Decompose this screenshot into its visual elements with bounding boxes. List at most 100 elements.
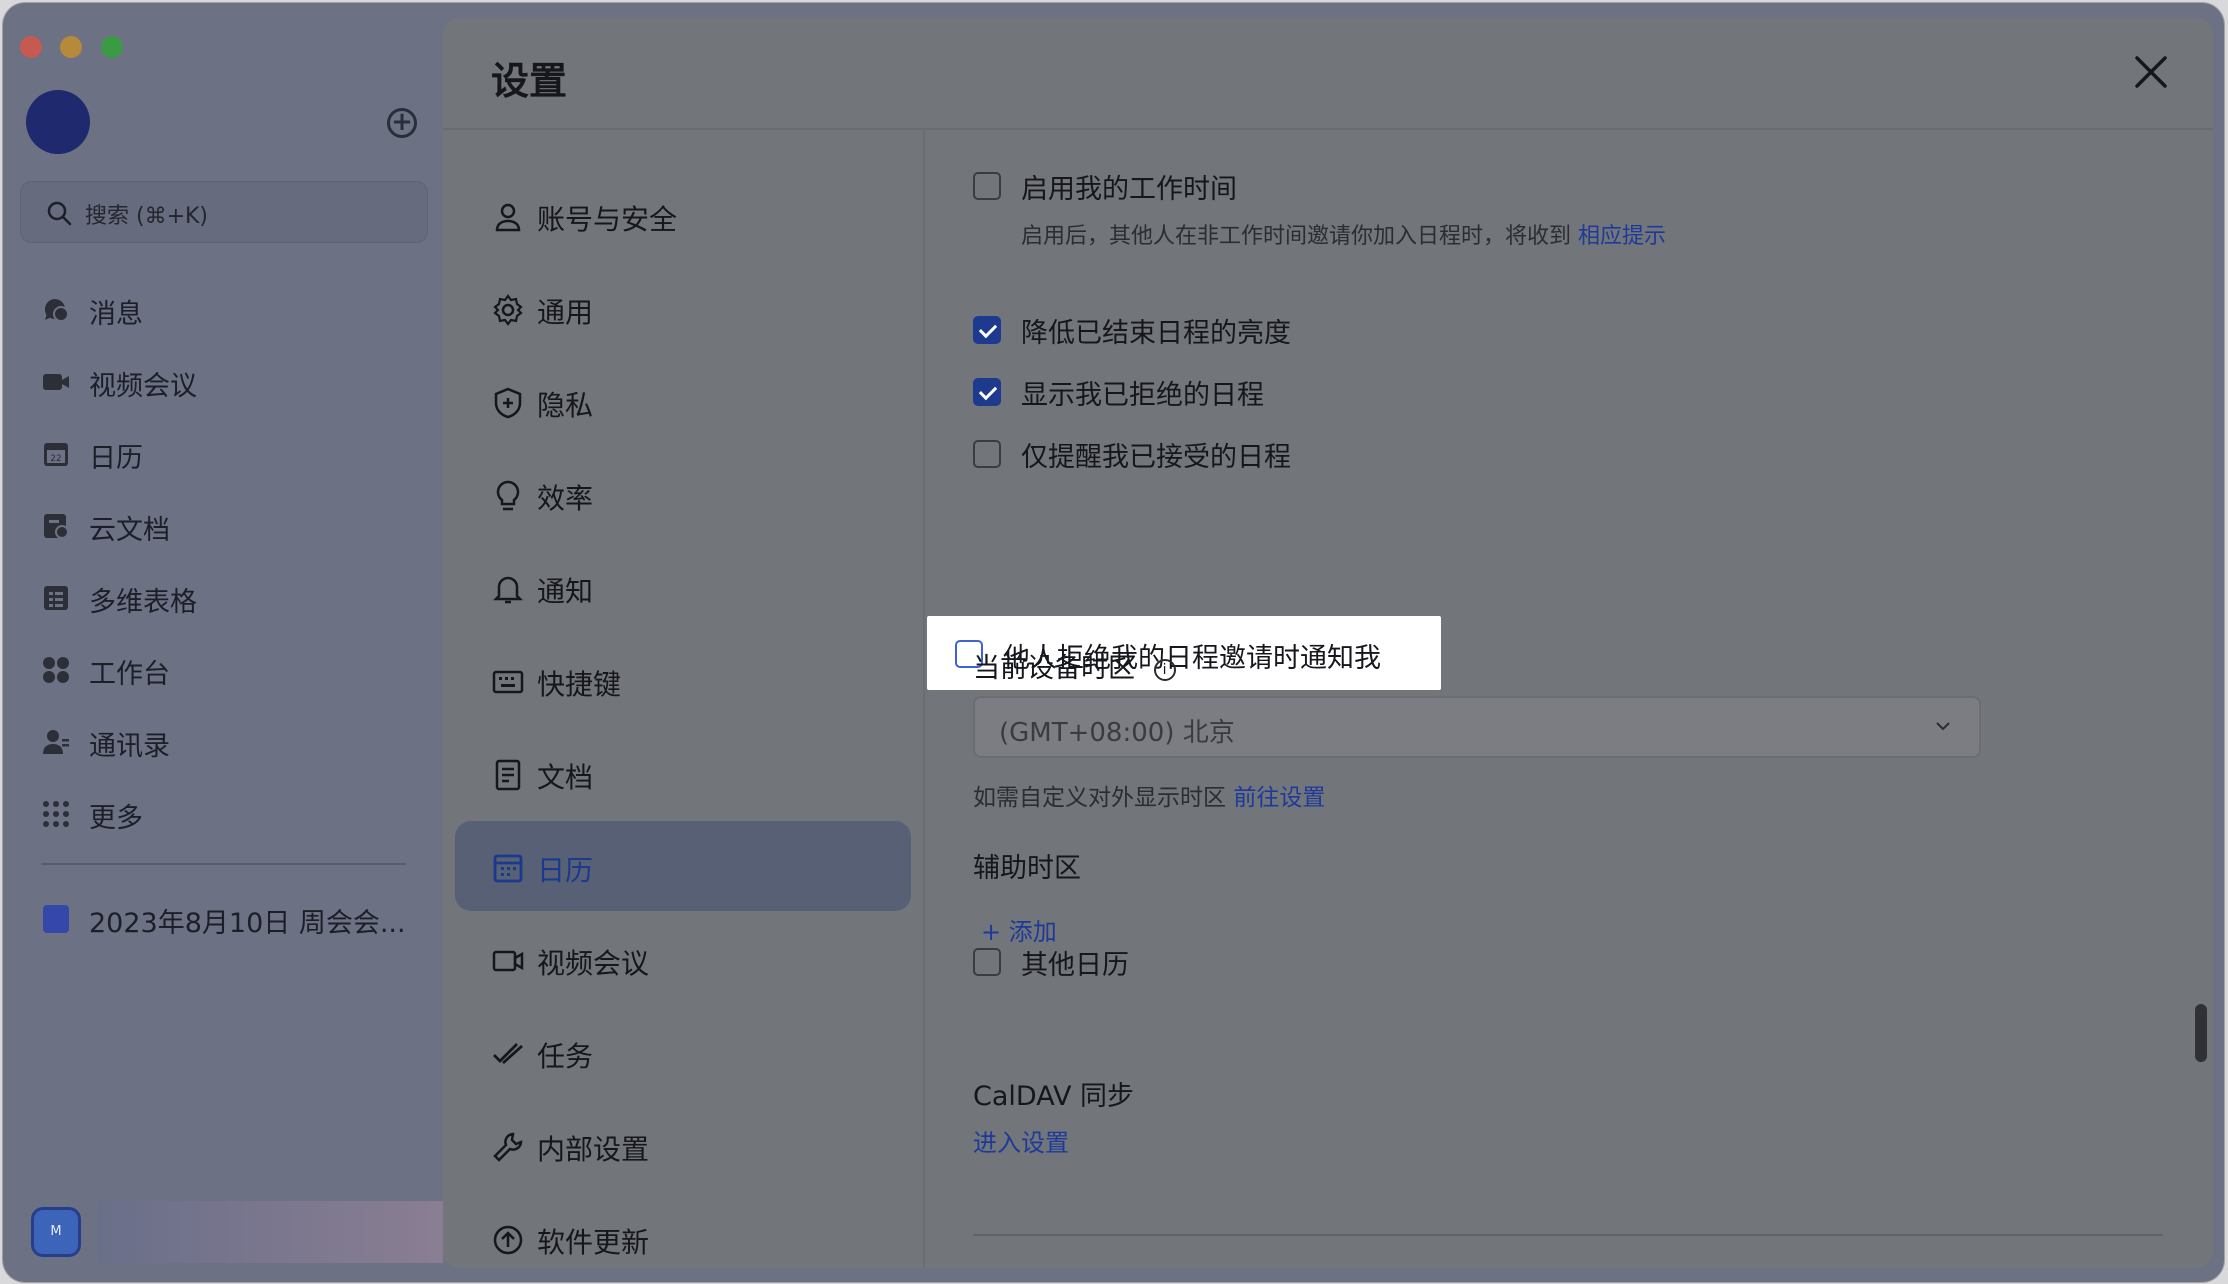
plus-icon: + xyxy=(981,918,1009,946)
profile-avatar[interactable] xyxy=(26,90,90,154)
update-icon xyxy=(493,1225,523,1255)
settings-nav-notification[interactable]: 通知 xyxy=(455,542,911,632)
plus-circle-icon[interactable]: + xyxy=(387,108,417,138)
timezone-section: 当前设备时区 i xyxy=(973,646,1176,685)
wrench-icon xyxy=(493,1132,523,1162)
settings-nav-label: 快捷键 xyxy=(537,668,622,701)
video-camera-icon xyxy=(492,950,524,972)
working-hours-checkbox[interactable] xyxy=(973,172,1001,200)
app-nav-label: 消息 xyxy=(89,299,143,330)
caldav-label: CalDAV 同步 xyxy=(973,1081,1135,1112)
dialog-title: 设置 xyxy=(491,59,568,103)
timezone-value: (GMT+08:00) 北京 xyxy=(999,718,1235,748)
app-nav-base[interactable]: 多维表格 xyxy=(3,561,443,633)
settings-nav-update[interactable]: 软件更新 xyxy=(455,1193,911,1268)
settings-nav-efficiency[interactable]: 效率 xyxy=(455,449,911,539)
settings-nav-label: 效率 xyxy=(537,482,594,515)
search-input[interactable]: 搜索 (⌘+K) xyxy=(20,181,428,243)
table-icon xyxy=(44,586,68,610)
bell-icon xyxy=(492,576,524,604)
person-icon xyxy=(495,203,521,232)
settings-nav-internal[interactable]: 内部设置 xyxy=(455,1100,911,1190)
app-nav: 消息 视频会议 22 日历 云文档 多维表格 工作台 通讯录 更多 xyxy=(3,273,443,849)
show-declined-checkbox[interactable] xyxy=(973,378,1001,406)
search-placeholder: 搜索 (⌘+K) xyxy=(85,204,209,229)
settings-nav-label: 通用 xyxy=(537,296,594,329)
doc-icon xyxy=(43,905,69,933)
app-sidebar: + 搜索 (⌘+K) 消息 视频会议 22 日历 云文档 多维表格 工作台 通讯… xyxy=(3,3,443,1282)
caldav-settings-link[interactable]: 进入设置 xyxy=(973,1123,1069,1158)
timezone-select[interactable]: (GMT+08:00) 北京 xyxy=(973,696,1981,758)
settings-nav-label: 软件更新 xyxy=(537,1226,650,1259)
settings-nav-video[interactable]: 视频会议 xyxy=(455,914,911,1004)
task-check-icon xyxy=(493,1043,523,1065)
settings-nav-label: 视频会议 xyxy=(537,947,650,980)
dialog-header: 设置 xyxy=(443,18,2213,130)
app-nav-more[interactable]: 更多 xyxy=(3,777,443,849)
chat-bubble-icon xyxy=(44,299,69,322)
app-nav-label: 视频会议 xyxy=(89,371,197,402)
app-nav-label: 云文档 xyxy=(89,515,170,546)
timezone-hint-text: 如需自定义对外显示时区 xyxy=(973,785,1226,811)
settings-nav-docs[interactable]: 文档 xyxy=(455,728,911,818)
remind-accepted-checkbox[interactable] xyxy=(973,440,1001,468)
secondary-timezone-label: 辅助时区 xyxy=(973,853,1081,884)
app-nav-docs[interactable]: 云文档 xyxy=(3,489,443,561)
settings-nav-label: 通知 xyxy=(537,575,594,608)
video-camera-icon xyxy=(43,374,69,390)
settings-nav-calendar[interactable]: 日历 xyxy=(455,821,911,911)
app-nav-video[interactable]: 视频会议 xyxy=(3,345,443,417)
app-nav-calendar[interactable]: 22 日历 xyxy=(3,417,443,489)
shield-icon xyxy=(494,387,522,419)
app-nav-label: 多维表格 xyxy=(89,587,197,618)
gear-icon xyxy=(493,294,523,326)
chevron-down-icon xyxy=(1936,722,1950,731)
settings-dialog: 设置 账号与安全 通用 隐私 效率 通知 快捷键 文档 日历 视频会议 任务 内… xyxy=(443,18,2213,1268)
settings-nav-privacy[interactable]: 隐私 xyxy=(455,356,911,446)
app-nav-contacts[interactable]: 通讯录 xyxy=(3,705,443,777)
app-nav-workplace[interactable]: 工作台 xyxy=(3,633,443,705)
info-icon[interactable]: i xyxy=(1153,658,1176,681)
timezone-settings-link[interactable]: 前往设置 xyxy=(1233,785,1325,811)
svg-text:22: 22 xyxy=(50,454,61,464)
user-avatar-letter: M xyxy=(50,1224,62,1239)
settings-nav-label: 内部设置 xyxy=(537,1133,650,1166)
pinned-doc-item[interactable]: 2023年8月10日 周会会... xyxy=(3,883,443,953)
working-hours-hint-text: 启用后，其他人在非工作时间邀请你加入日程时，将收到 xyxy=(1021,224,1572,249)
other-calendars-checkbox[interactable] xyxy=(973,948,1001,976)
app-nav-label: 通讯录 xyxy=(89,731,170,762)
sidebar-divider xyxy=(41,863,406,865)
add-secondary-timezone-button[interactable]: + 添加 xyxy=(981,912,1057,947)
show-declined-label: 显示我已拒绝的日程 xyxy=(1021,380,1264,411)
other-calendars-label: 其他日历 xyxy=(1021,950,1129,981)
section-divider xyxy=(973,1234,2163,1236)
settings-nav-general[interactable]: 通用 xyxy=(455,263,911,353)
search-icon xyxy=(47,201,72,226)
settings-nav-shortcuts[interactable]: 快捷键 xyxy=(455,635,911,725)
scrollbar-thumb[interactable] xyxy=(2195,1004,2207,1062)
settings-nav-label: 文档 xyxy=(537,761,594,794)
dim-past-events-label: 降低已结束日程的亮度 xyxy=(1021,318,1291,349)
settings-nav-account[interactable]: 账号与安全 xyxy=(455,170,911,260)
app-nav-messages[interactable]: 消息 xyxy=(3,273,443,345)
timezone-hint: 如需自定义对外显示时区 前往设置 xyxy=(973,778,1325,812)
calendar-settings-panel: 启用我的工作时间 启用后，其他人在非工作时间邀请你加入日程时，将收到 相应提示 … xyxy=(923,130,2213,1268)
close-icon[interactable] xyxy=(2129,50,2173,94)
settings-nav-label: 账号与安全 xyxy=(537,203,678,236)
bottom-panel xyxy=(98,1201,443,1263)
working-hours-hint: 启用后，其他人在非工作时间邀请你加入日程时，将收到 相应提示 xyxy=(1021,218,1666,250)
calendar-icon xyxy=(493,854,523,883)
contacts-icon xyxy=(43,730,69,754)
settings-nav: 账号与安全 通用 隐私 效率 通知 快捷键 文档 日历 视频会议 任务 内部设置… xyxy=(443,130,921,1268)
app-nav-label: 日历 xyxy=(89,443,143,474)
working-hours-hint-link[interactable]: 相应提示 xyxy=(1578,224,1666,249)
settings-nav-tasks[interactable]: 任务 xyxy=(455,1007,911,1097)
remind-accepted-label: 仅提醒我已接受的日程 xyxy=(1021,442,1291,473)
user-avatar[interactable]: M xyxy=(31,1207,81,1257)
app-window: + 搜索 (⌘+K) 消息 视频会议 22 日历 云文档 多维表格 工作台 通讯… xyxy=(3,3,2224,1282)
pinned-doc-label: 2023年8月10日 周会会... xyxy=(89,908,406,939)
calendar-icon: 22 xyxy=(44,443,68,466)
dim-past-events-checkbox[interactable] xyxy=(973,316,1001,344)
app-nav-label: 更多 xyxy=(89,803,143,834)
timezone-label: 当前设备时区 xyxy=(973,653,1135,684)
